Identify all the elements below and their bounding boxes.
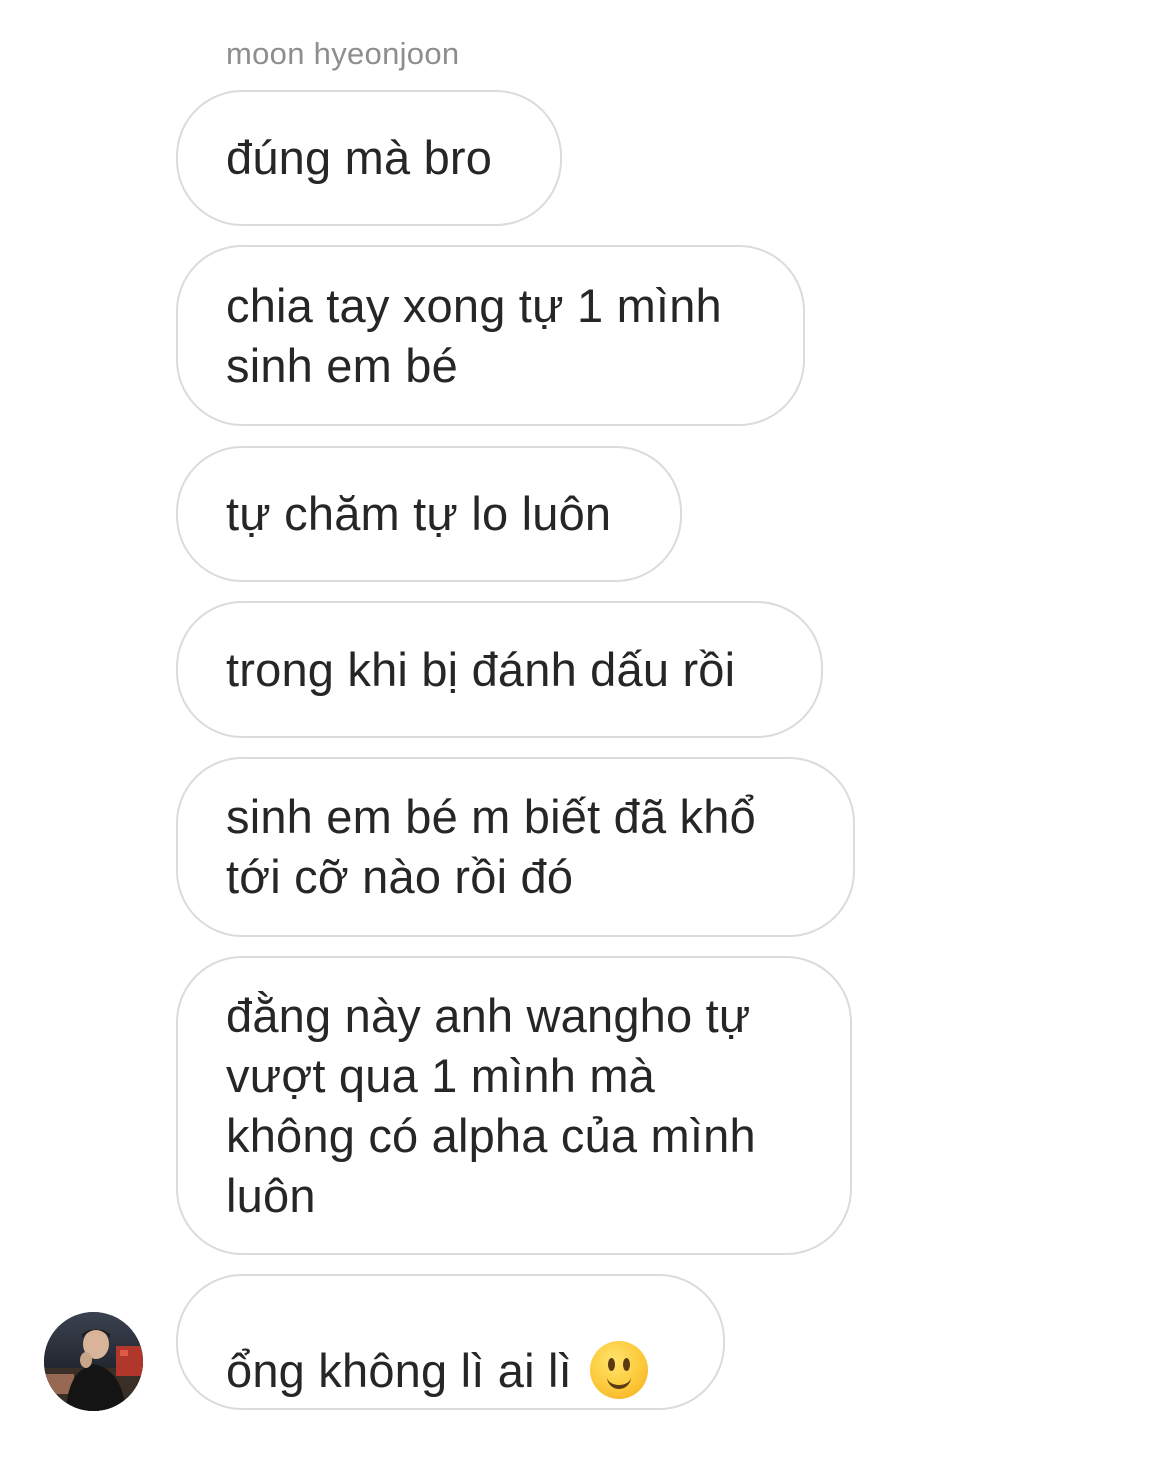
message-bubble[interactable]: ổng không lì ai lì <box>176 1274 725 1410</box>
sender-name: moon hyeonjoon <box>226 36 460 71</box>
message-text: ổng không lì ai lì <box>226 1281 648 1404</box>
message-bubble[interactable]: trong khi bị đánh dấu rồi <box>176 601 823 738</box>
message-text: tự chăm tự lo luôn <box>226 487 612 540</box>
message-bubble[interactable]: chia tay xong tự 1 mình sinh em bé <box>176 245 805 426</box>
message-text: đúng mà bro <box>226 131 493 184</box>
profile-photo-icon <box>44 1312 143 1411</box>
slightly-smiling-face-icon <box>589 1341 648 1400</box>
message-text: đằng này anh wangho tự vượt qua 1 mình m… <box>226 988 756 1222</box>
message-bubble[interactable]: sinh em bé m biết đã khổ tới cỡ nào rồi … <box>176 757 855 937</box>
message-text: trong khi bị đánh dấu rồi <box>226 642 736 696</box>
message-text: chia tay xong tự 1 mình sinh em bé <box>226 278 722 392</box>
message-bubble[interactable]: đằng này anh wangho tự vượt qua 1 mình m… <box>176 956 852 1255</box>
message-bubble[interactable]: tự chăm tự lo luôn <box>176 446 682 582</box>
message-bubble[interactable]: đúng mà bro <box>176 90 562 226</box>
message-text: sinh em bé m biết đã khổ tới cỡ nào rồi … <box>226 790 756 903</box>
message-text-content: ổng không lì ai lì <box>226 1343 572 1397</box>
avatar[interactable] <box>44 1312 143 1411</box>
